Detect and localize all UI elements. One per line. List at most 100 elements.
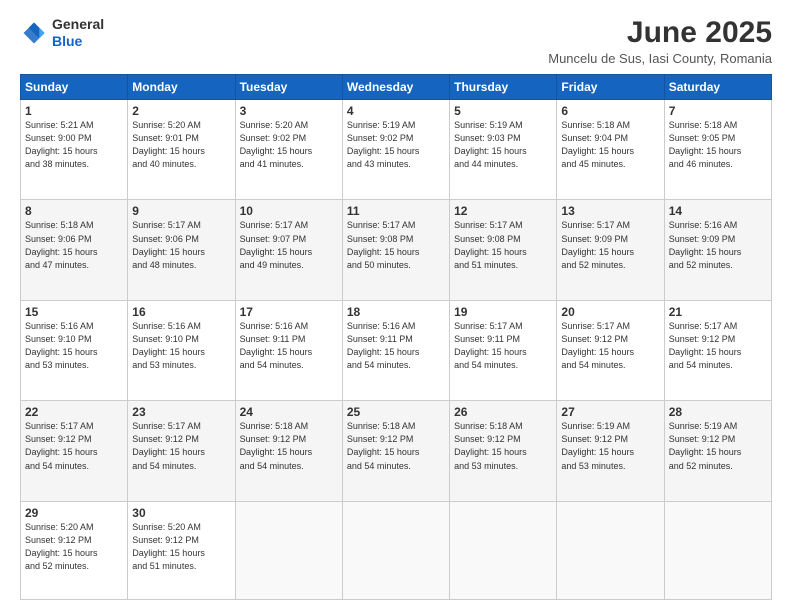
weekday-header-saturday: Saturday (664, 75, 771, 100)
day-cell: 6Sunrise: 5:18 AM Sunset: 9:04 PM Daylig… (557, 100, 664, 200)
day-info: Sunrise: 5:17 AM Sunset: 9:09 PM Dayligh… (561, 219, 659, 271)
day-cell: 10Sunrise: 5:17 AM Sunset: 9:07 PM Dayli… (235, 200, 342, 300)
day-number: 26 (454, 405, 552, 419)
day-cell: 2Sunrise: 5:20 AM Sunset: 9:01 PM Daylig… (128, 100, 235, 200)
weekday-header-thursday: Thursday (450, 75, 557, 100)
day-info: Sunrise: 5:20 AM Sunset: 9:01 PM Dayligh… (132, 119, 230, 171)
day-number: 3 (240, 104, 338, 118)
week-row-4: 22Sunrise: 5:17 AM Sunset: 9:12 PM Dayli… (21, 401, 772, 501)
day-info: Sunrise: 5:18 AM Sunset: 9:12 PM Dayligh… (240, 420, 338, 472)
day-info: Sunrise: 5:17 AM Sunset: 9:08 PM Dayligh… (347, 219, 445, 271)
weekday-header-friday: Friday (557, 75, 664, 100)
day-cell: 22Sunrise: 5:17 AM Sunset: 9:12 PM Dayli… (21, 401, 128, 501)
day-cell (664, 501, 771, 599)
day-number: 6 (561, 104, 659, 118)
day-info: Sunrise: 5:18 AM Sunset: 9:06 PM Dayligh… (25, 219, 123, 271)
day-info: Sunrise: 5:18 AM Sunset: 9:12 PM Dayligh… (454, 420, 552, 472)
day-number: 15 (25, 305, 123, 319)
day-cell: 28Sunrise: 5:19 AM Sunset: 9:12 PM Dayli… (664, 401, 771, 501)
logo: General Blue (20, 16, 104, 50)
day-cell: 14Sunrise: 5:16 AM Sunset: 9:09 PM Dayli… (664, 200, 771, 300)
day-cell: 3Sunrise: 5:20 AM Sunset: 9:02 PM Daylig… (235, 100, 342, 200)
weekday-header-monday: Monday (128, 75, 235, 100)
day-info: Sunrise: 5:17 AM Sunset: 9:06 PM Dayligh… (132, 219, 230, 271)
day-number: 25 (347, 405, 445, 419)
day-number: 28 (669, 405, 767, 419)
day-number: 12 (454, 204, 552, 218)
day-number: 21 (669, 305, 767, 319)
header: General Blue June 2025 Muncelu de Sus, I… (20, 16, 772, 66)
day-info: Sunrise: 5:16 AM Sunset: 9:11 PM Dayligh… (240, 320, 338, 372)
day-number: 11 (347, 204, 445, 218)
day-cell: 21Sunrise: 5:17 AM Sunset: 9:12 PM Dayli… (664, 300, 771, 400)
day-cell (342, 501, 449, 599)
day-cell: 17Sunrise: 5:16 AM Sunset: 9:11 PM Dayli… (235, 300, 342, 400)
weekday-header-tuesday: Tuesday (235, 75, 342, 100)
day-cell: 13Sunrise: 5:17 AM Sunset: 9:09 PM Dayli… (557, 200, 664, 300)
calendar-table: SundayMondayTuesdayWednesdayThursdayFrid… (20, 74, 772, 600)
day-info: Sunrise: 5:19 AM Sunset: 9:02 PM Dayligh… (347, 119, 445, 171)
day-cell: 25Sunrise: 5:18 AM Sunset: 9:12 PM Dayli… (342, 401, 449, 501)
day-info: Sunrise: 5:19 AM Sunset: 9:12 PM Dayligh… (669, 420, 767, 472)
week-row-3: 15Sunrise: 5:16 AM Sunset: 9:10 PM Dayli… (21, 300, 772, 400)
day-cell: 26Sunrise: 5:18 AM Sunset: 9:12 PM Dayli… (450, 401, 557, 501)
month-title: June 2025 (548, 16, 772, 49)
day-cell: 11Sunrise: 5:17 AM Sunset: 9:08 PM Dayli… (342, 200, 449, 300)
page: General Blue June 2025 Muncelu de Sus, I… (0, 0, 792, 612)
day-info: Sunrise: 5:21 AM Sunset: 9:00 PM Dayligh… (25, 119, 123, 171)
day-number: 8 (25, 204, 123, 218)
day-info: Sunrise: 5:17 AM Sunset: 9:12 PM Dayligh… (669, 320, 767, 372)
logo-icon (20, 19, 48, 47)
weekday-header-sunday: Sunday (21, 75, 128, 100)
day-info: Sunrise: 5:18 AM Sunset: 9:05 PM Dayligh… (669, 119, 767, 171)
day-number: 2 (132, 104, 230, 118)
day-info: Sunrise: 5:16 AM Sunset: 9:11 PM Dayligh… (347, 320, 445, 372)
day-cell: 15Sunrise: 5:16 AM Sunset: 9:10 PM Dayli… (21, 300, 128, 400)
day-cell: 7Sunrise: 5:18 AM Sunset: 9:05 PM Daylig… (664, 100, 771, 200)
day-number: 18 (347, 305, 445, 319)
day-number: 14 (669, 204, 767, 218)
weekday-header-row: SundayMondayTuesdayWednesdayThursdayFrid… (21, 75, 772, 100)
logo-blue: Blue (52, 33, 82, 49)
day-number: 19 (454, 305, 552, 319)
day-info: Sunrise: 5:20 AM Sunset: 9:12 PM Dayligh… (25, 521, 123, 573)
day-number: 9 (132, 204, 230, 218)
day-cell: 16Sunrise: 5:16 AM Sunset: 9:10 PM Dayli… (128, 300, 235, 400)
day-cell (235, 501, 342, 599)
day-cell (450, 501, 557, 599)
day-number: 30 (132, 506, 230, 520)
day-info: Sunrise: 5:16 AM Sunset: 9:10 PM Dayligh… (25, 320, 123, 372)
day-info: Sunrise: 5:19 AM Sunset: 9:12 PM Dayligh… (561, 420, 659, 472)
day-cell: 30Sunrise: 5:20 AM Sunset: 9:12 PM Dayli… (128, 501, 235, 599)
day-info: Sunrise: 5:17 AM Sunset: 9:08 PM Dayligh… (454, 219, 552, 271)
location: Muncelu de Sus, Iasi County, Romania (548, 51, 772, 66)
day-number: 10 (240, 204, 338, 218)
day-number: 23 (132, 405, 230, 419)
day-info: Sunrise: 5:17 AM Sunset: 9:12 PM Dayligh… (25, 420, 123, 472)
day-info: Sunrise: 5:20 AM Sunset: 9:12 PM Dayligh… (132, 521, 230, 573)
day-number: 27 (561, 405, 659, 419)
day-info: Sunrise: 5:16 AM Sunset: 9:10 PM Dayligh… (132, 320, 230, 372)
day-number: 4 (347, 104, 445, 118)
day-number: 16 (132, 305, 230, 319)
day-cell (557, 501, 664, 599)
day-cell: 12Sunrise: 5:17 AM Sunset: 9:08 PM Dayli… (450, 200, 557, 300)
day-cell: 4Sunrise: 5:19 AM Sunset: 9:02 PM Daylig… (342, 100, 449, 200)
day-info: Sunrise: 5:20 AM Sunset: 9:02 PM Dayligh… (240, 119, 338, 171)
day-info: Sunrise: 5:19 AM Sunset: 9:03 PM Dayligh… (454, 119, 552, 171)
day-number: 22 (25, 405, 123, 419)
day-info: Sunrise: 5:18 AM Sunset: 9:04 PM Dayligh… (561, 119, 659, 171)
week-row-2: 8Sunrise: 5:18 AM Sunset: 9:06 PM Daylig… (21, 200, 772, 300)
day-number: 20 (561, 305, 659, 319)
week-row-1: 1Sunrise: 5:21 AM Sunset: 9:00 PM Daylig… (21, 100, 772, 200)
day-number: 29 (25, 506, 123, 520)
day-info: Sunrise: 5:18 AM Sunset: 9:12 PM Dayligh… (347, 420, 445, 472)
day-number: 24 (240, 405, 338, 419)
day-cell: 23Sunrise: 5:17 AM Sunset: 9:12 PM Dayli… (128, 401, 235, 501)
day-info: Sunrise: 5:17 AM Sunset: 9:12 PM Dayligh… (132, 420, 230, 472)
day-cell: 8Sunrise: 5:18 AM Sunset: 9:06 PM Daylig… (21, 200, 128, 300)
day-info: Sunrise: 5:17 AM Sunset: 9:11 PM Dayligh… (454, 320, 552, 372)
title-area: June 2025 Muncelu de Sus, Iasi County, R… (548, 16, 772, 66)
day-cell: 5Sunrise: 5:19 AM Sunset: 9:03 PM Daylig… (450, 100, 557, 200)
logo-text: General Blue (52, 16, 104, 50)
